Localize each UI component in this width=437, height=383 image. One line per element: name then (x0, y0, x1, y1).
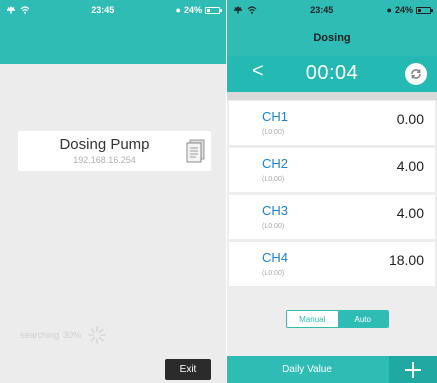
searching-text: searching (20, 330, 60, 340)
channel-sub: (L0.00) (262, 223, 285, 230)
wifi-icon (247, 6, 257, 14)
add-button[interactable] (389, 356, 437, 383)
exit-button[interactable]: Exit (165, 359, 211, 380)
channel-row-ch3[interactable]: CH3 (L0.00) 4.00 (229, 195, 435, 239)
page-title: Dosing (227, 20, 437, 56)
status-bar: 23:45 ● 24% (227, 0, 437, 20)
mode-toggle: Manual Auto (286, 310, 389, 328)
battery-fill (417, 8, 422, 12)
battery-percent: 24% (394, 5, 413, 15)
refresh-icon (411, 69, 421, 79)
channel-sub: (L0.00) (262, 176, 285, 183)
divider (227, 92, 437, 100)
battery-icon (204, 6, 222, 14)
battery-percent: 24% (183, 5, 202, 15)
scan-screen: 23:45 ● 24% Dosing Pump 192.168.16.254 s… (0, 0, 226, 383)
mode-auto-button[interactable]: Auto (337, 311, 388, 327)
alarm-icon: ● (175, 5, 181, 15)
channel-row-ch4[interactable]: CH4 (L0.00) 18.00 (229, 242, 435, 286)
alarm-icon: ● (386, 5, 392, 15)
status-time: 23:45 (91, 5, 115, 15)
refresh-button[interactable] (405, 63, 427, 85)
channel-name: CH3 (262, 203, 289, 218)
device-name: Dosing Pump (59, 136, 150, 153)
header-bar (0, 20, 226, 64)
channel-name: CH1 (262, 109, 289, 124)
channel-value: 4.00 (396, 205, 424, 221)
daily-value-tab[interactable]: Daily Value (227, 364, 387, 375)
searching-percent: 30% (63, 330, 82, 340)
channel-value: 4.00 (396, 158, 424, 174)
device-card[interactable]: Dosing Pump 192.168.16.254 (18, 131, 211, 171)
document-icon[interactable] (186, 139, 206, 163)
channel-sub: (L0.00) (262, 129, 285, 136)
dosing-screen: 23:45 ● 24% Dosing < 00:04 CH1 (L0.00) 0… (227, 0, 437, 383)
mode-manual-button[interactable]: Manual (287, 311, 338, 327)
airplane-icon (234, 6, 242, 14)
device-ip: 192.168.16.254 (73, 155, 136, 165)
channel-row-ch2[interactable]: CH2 (L0.00) 4.00 (229, 148, 435, 192)
battery-fill (206, 8, 211, 12)
channel-name: CH4 (262, 250, 289, 265)
channel-name: CH2 (262, 156, 289, 171)
bottom-bar: Daily Value (227, 356, 437, 383)
airplane-icon (7, 6, 15, 14)
channel-value: 0.00 (396, 111, 424, 127)
status-time: 23:45 (310, 5, 334, 15)
channel-value: 18.00 (388, 252, 424, 268)
plus-icon (405, 361, 421, 378)
channel-sub: (L0.00) (262, 270, 285, 277)
wifi-icon (20, 6, 30, 14)
searching-status: searching 30% (20, 325, 107, 345)
timer-bar: < 00:04 (227, 56, 437, 92)
status-bar: 23:45 ● 24% (0, 0, 226, 20)
battery-icon (415, 6, 433, 14)
channel-row-ch1[interactable]: CH1 (L0.00) 0.00 (229, 101, 435, 145)
spinner-icon (88, 326, 106, 344)
